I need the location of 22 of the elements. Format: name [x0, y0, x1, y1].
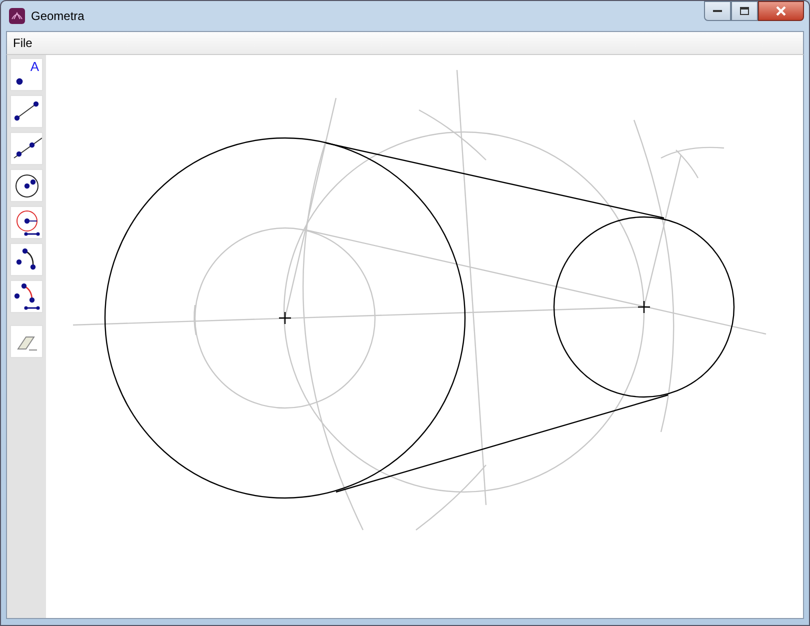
minimize-icon — [712, 9, 722, 13]
eraser-tool-button[interactable] — [10, 325, 43, 358]
center-marker — [278, 311, 292, 325]
circle-tool-button[interactable] — [10, 169, 43, 202]
menu-item[interactable]: File — [7, 32, 38, 54]
point-tool-button[interactable]: A — [10, 58, 43, 91]
center-marker — [637, 300, 651, 314]
maximize-icon — [740, 6, 750, 16]
circle-radius-tool-button[interactable] — [10, 206, 43, 239]
segment-tool-button[interactable] — [10, 95, 43, 128]
line-tool-button[interactable] — [10, 132, 43, 165]
window-title: Geometra — [31, 8, 84, 25]
maximize-button[interactable] — [731, 1, 758, 21]
arc-radius-icon — [12, 282, 42, 312]
arc-tool-button[interactable] — [10, 243, 43, 276]
minimize-button[interactable] — [704, 1, 731, 21]
close-button[interactable] — [758, 1, 804, 21]
close-icon — [775, 6, 787, 16]
point-label: A — [30, 60, 39, 73]
app-logo-icon — [9, 8, 25, 24]
arc-radius-tool-button[interactable] — [10, 280, 43, 313]
point-icon — [16, 78, 23, 84]
